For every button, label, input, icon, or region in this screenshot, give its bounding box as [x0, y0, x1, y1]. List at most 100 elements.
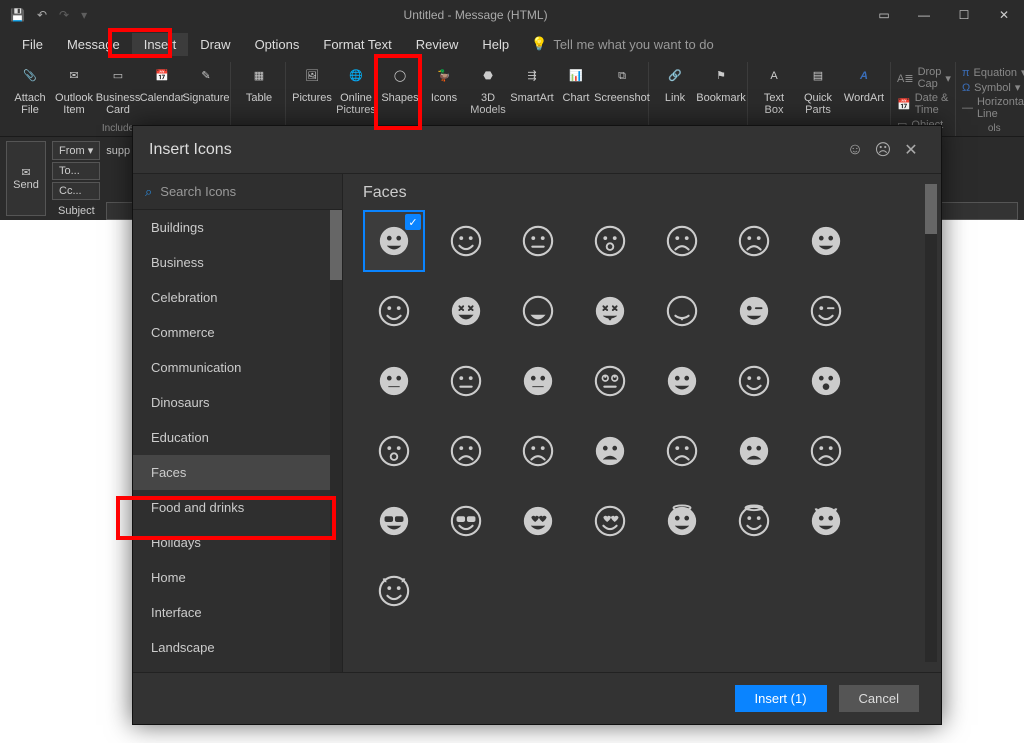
face-icon-31[interactable]	[579, 490, 641, 552]
face-icon-21[interactable]	[363, 420, 425, 482]
dialog-close-icon[interactable]: ✕	[897, 140, 925, 160]
bookmark-button[interactable]: ⚑Bookmark	[699, 62, 743, 104]
face-icon-18[interactable]	[651, 350, 713, 412]
3d-models-button[interactable]: ⬣3D Models	[468, 62, 508, 116]
smartart-button[interactable]: ⇶SmartArt	[512, 62, 552, 116]
category-item-interface[interactable]: Interface	[133, 595, 342, 630]
face-icon-4[interactable]	[651, 210, 713, 272]
from-button[interactable]: From ▾	[52, 141, 100, 160]
face-icon-2[interactable]	[507, 210, 569, 272]
face-icon-7[interactable]	[363, 280, 425, 342]
face-icon-6[interactable]	[795, 210, 857, 272]
category-item-landscape[interactable]: Landscape	[133, 630, 342, 665]
chart-button[interactable]: 📊Chart	[556, 62, 596, 116]
face-icon-5[interactable]	[723, 210, 785, 272]
face-icon-23[interactable]	[507, 420, 569, 482]
face-icon-10[interactable]	[579, 280, 641, 342]
face-icon-3[interactable]	[579, 210, 641, 272]
face-icon-17[interactable]	[579, 350, 641, 412]
face-icon-27[interactable]	[795, 420, 857, 482]
redo-icon[interactable]: ↷	[59, 8, 69, 22]
face-icon-13[interactable]	[795, 280, 857, 342]
face-icon-8[interactable]	[435, 280, 497, 342]
send-button[interactable]: ✉ Send	[6, 141, 46, 216]
close-icon[interactable]: ✕	[984, 0, 1024, 30]
face-icon-20[interactable]	[795, 350, 857, 412]
category-item-communication[interactable]: Communication	[133, 350, 342, 385]
pictures-button[interactable]: 🖼Pictures	[292, 62, 332, 116]
category-item-education[interactable]: Education	[133, 420, 342, 455]
category-item-business[interactable]: Business	[133, 245, 342, 280]
calendar-button[interactable]: 📅Calendar	[142, 62, 182, 116]
symbol-button[interactable]: ΩSymbol▾	[962, 81, 1024, 94]
menu-draw[interactable]: Draw	[188, 33, 242, 56]
face-icon-28[interactable]	[363, 490, 425, 552]
text-box-button[interactable]: AText Box	[754, 62, 794, 116]
face-icon-14[interactable]	[363, 350, 425, 412]
menu-review[interactable]: Review	[404, 33, 471, 56]
search-icons-input[interactable]: ⌕ Search Icons	[133, 174, 342, 210]
tell-me-search[interactable]: 💡 Tell me what you want to do	[531, 36, 714, 52]
face-icon-24[interactable]	[579, 420, 641, 482]
feedback-frown-icon[interactable]: ☹	[869, 140, 897, 160]
face-icon-26[interactable]	[723, 420, 785, 482]
equation-button[interactable]: πEquation▾	[962, 66, 1024, 79]
shapes-button[interactable]: ◯Shapes	[380, 62, 420, 116]
quick-parts-button[interactable]: ▤Quick Parts	[798, 62, 838, 116]
business-card-button[interactable]: ▭Business Card	[98, 62, 138, 116]
category-scroll-thumb[interactable]	[330, 210, 342, 280]
maximize-icon[interactable]: ☐	[944, 0, 984, 30]
category-item-celebration[interactable]: Celebration	[133, 280, 342, 315]
category-item-dinosaurs[interactable]: Dinosaurs	[133, 385, 342, 420]
face-icon-22[interactable]	[435, 420, 497, 482]
face-icon-12[interactable]	[723, 280, 785, 342]
category-item-buildings[interactable]: Buildings	[133, 210, 342, 245]
save-icon[interactable]: 💾	[10, 8, 25, 22]
face-icon-1[interactable]	[435, 210, 497, 272]
face-icon-15[interactable]	[435, 350, 497, 412]
menu-options[interactable]: Options	[243, 33, 312, 56]
screenshot-button[interactable]: ⧉Screenshot	[600, 62, 644, 116]
undo-icon[interactable]: ↶	[37, 8, 47, 22]
menu-format-text[interactable]: Format Text	[311, 33, 403, 56]
to-button[interactable]: To...	[52, 162, 100, 180]
minimize-icon[interactable]: —	[904, 0, 944, 30]
category-item-home[interactable]: Home	[133, 560, 342, 595]
menu-message[interactable]: Message	[55, 33, 132, 56]
category-item-food-and-drinks[interactable]: Food and drinks	[133, 490, 342, 525]
face-icon-9[interactable]	[507, 280, 569, 342]
table-button[interactable]: ▦Table	[237, 62, 281, 104]
horizontal-line-button[interactable]: —Horizontal Line	[962, 96, 1024, 120]
attach-file-button[interactable]: 📎Attach File	[10, 62, 50, 116]
cc-button[interactable]: Cc...	[52, 182, 100, 200]
face-icon-34[interactable]	[795, 490, 857, 552]
drop-cap-button[interactable]: A≣Drop Cap▾	[897, 66, 951, 90]
menu-insert[interactable]: Insert	[132, 33, 189, 56]
cancel-button[interactable]: Cancel	[839, 685, 919, 712]
insert-button[interactable]: Insert (1)	[735, 685, 827, 712]
menu-help[interactable]: Help	[470, 33, 521, 56]
outlook-item-button[interactable]: ✉Outlook Item	[54, 62, 94, 116]
face-icon-19[interactable]	[723, 350, 785, 412]
menu-file[interactable]: File	[10, 33, 55, 56]
link-button[interactable]: 🔗Link	[655, 62, 695, 104]
content-scrollbar[interactable]	[925, 184, 937, 662]
face-icon-30[interactable]	[507, 490, 569, 552]
face-icon-16[interactable]	[507, 350, 569, 412]
ribbon-display-icon[interactable]: ▭	[864, 0, 904, 30]
category-item-holidays[interactable]: Holidays	[133, 525, 342, 560]
face-icon-11[interactable]	[651, 280, 713, 342]
face-icon-32[interactable]	[651, 490, 713, 552]
category-item-commerce[interactable]: Commerce	[133, 315, 342, 350]
face-icon-25[interactable]	[651, 420, 713, 482]
face-icon-33[interactable]	[723, 490, 785, 552]
content-scroll-thumb[interactable]	[925, 184, 937, 234]
date-time-button[interactable]: 📅Date & Time	[897, 92, 951, 116]
qat-customize-icon[interactable]: ▾	[81, 8, 87, 22]
online-pictures-button[interactable]: 🌐Online Pictures	[336, 62, 376, 116]
wordart-button[interactable]: AWordArt	[842, 62, 886, 116]
face-icon-29[interactable]	[435, 490, 497, 552]
icons-button[interactable]: 🦆Icons	[424, 62, 464, 116]
face-icon-35[interactable]	[363, 560, 425, 622]
feedback-smile-icon[interactable]: ☺	[841, 141, 869, 159]
